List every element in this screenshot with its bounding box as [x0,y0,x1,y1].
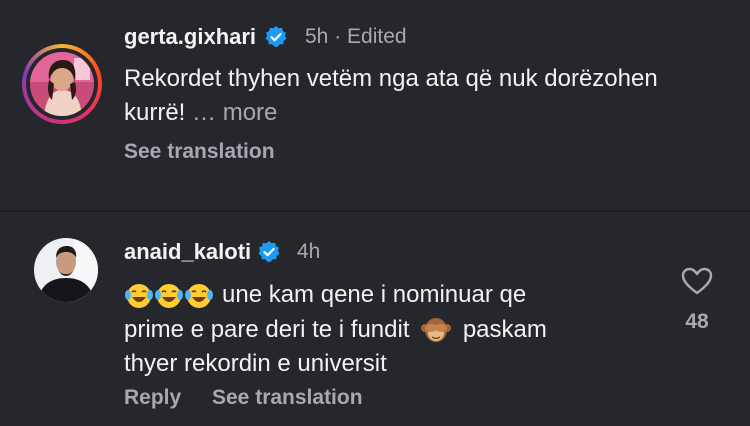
comment-timestamp: 5h · Edited [305,25,407,48]
face-with-tears-of-joy-emoji [185,284,213,309]
heart-outline-icon[interactable] [680,266,714,296]
face-with-tears-of-joy-emoji [155,284,183,309]
face-with-tears-of-joy-emoji [125,284,153,309]
comment-text: une kam qene i nominuar qe prime e pare … [124,278,644,381]
comment-username[interactable]: anaid_kaloti [124,239,251,265]
like-count: 48 [685,310,709,333]
comment-anaid: anaid_kaloti 4h une kam qene i nominuar … [0,212,750,426]
reply-button[interactable]: Reply [124,386,181,410]
verified-badge-icon [258,241,280,262]
see-translation-button[interactable]: See translation [124,140,275,164]
avatar[interactable] [34,238,98,302]
avatar[interactable] [30,52,94,116]
edited-label: Edited [347,25,407,48]
laughing-emoji-group [124,279,214,313]
comment-text: Rekordet thyhen vetëm nga ata që nuk dor… [124,65,658,126]
comment-timestamp: 4h [297,240,321,263]
more-link[interactable]: … more [192,99,277,126]
comment-username[interactable]: gerta.gixhari [124,24,256,50]
story-ring-avatar[interactable] [22,44,102,124]
verified-badge-icon [265,26,287,47]
see-no-evil-monkey-emoji [421,318,452,343]
comment-gerta: gerta.gixhari 5h · Edited Rekordet thyhe… [0,0,750,211]
see-translation-button[interactable]: See translation [212,386,363,410]
